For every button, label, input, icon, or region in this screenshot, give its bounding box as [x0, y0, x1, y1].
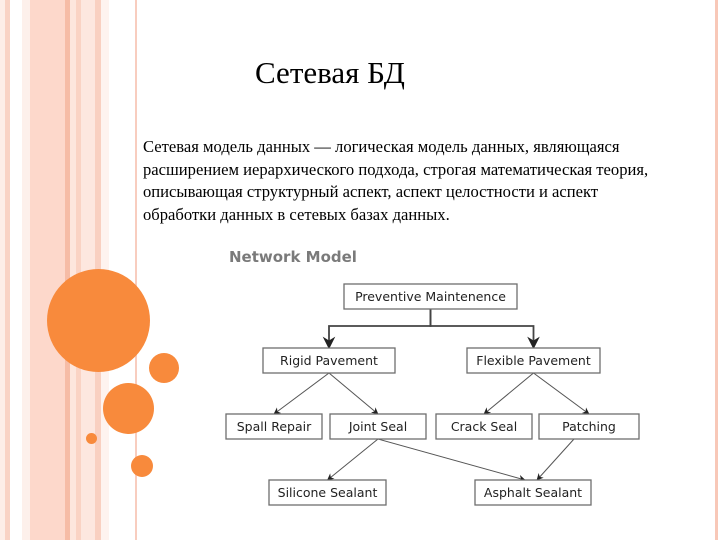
diagram-edge-patching-to-asphalt	[536, 438, 575, 481]
node-label: Silicone Sealant	[278, 485, 378, 500]
diagram-node-rigid: Rigid Pavement	[262, 347, 396, 374]
diagram-edge-preventive-to-flexible	[429, 309, 540, 350]
diagram-node-preventive: Preventive Maintenence	[343, 283, 518, 310]
diagram-node-silicone: Silicone Sealant	[268, 479, 387, 506]
diagram-node-crack: Crack Seal	[435, 413, 533, 440]
node-label: Spall Repair	[237, 419, 312, 434]
diagram-edge-joint-to-asphalt	[377, 438, 526, 482]
diagram-node-spall: Spall Repair	[225, 413, 323, 440]
node-label: Flexible Pavement	[476, 353, 591, 368]
network-model-diagram: Network Model Preventive Maintenence Rigi…	[225, 248, 640, 506]
node-label: Rigid Pavement	[280, 353, 378, 368]
diagram-edges	[273, 309, 590, 482]
diagram-node-flexible: Flexible Pavement	[466, 347, 601, 374]
diagram-node-patching: Patching	[538, 413, 640, 440]
diagram-edge-flexible-to-crack	[483, 372, 534, 415]
node-label: Crack Seal	[451, 419, 517, 434]
diagram-node-asphalt: Asphalt Sealant	[474, 479, 592, 506]
diagram-node-joint: Joint Seal	[329, 413, 427, 440]
diagram-edge-rigid-to-spall	[273, 372, 330, 415]
node-label: Preventive Maintenence	[355, 289, 506, 304]
diagram-title: Network Model	[229, 248, 357, 266]
node-label: Joint Seal	[348, 419, 407, 434]
diagram-edge-flexible-to-patching	[533, 372, 590, 415]
diagram-edge-preventive-to-rigid	[322, 309, 432, 350]
node-label: Patching	[562, 419, 616, 434]
diagram-edge-joint-to-silicone	[326, 438, 379, 481]
diagram-nodes: Preventive Maintenence Rigid Pavement Flex…	[225, 283, 640, 506]
node-label: Asphalt Sealant	[484, 485, 582, 500]
diagram-edge-rigid-to-joint	[328, 372, 379, 415]
